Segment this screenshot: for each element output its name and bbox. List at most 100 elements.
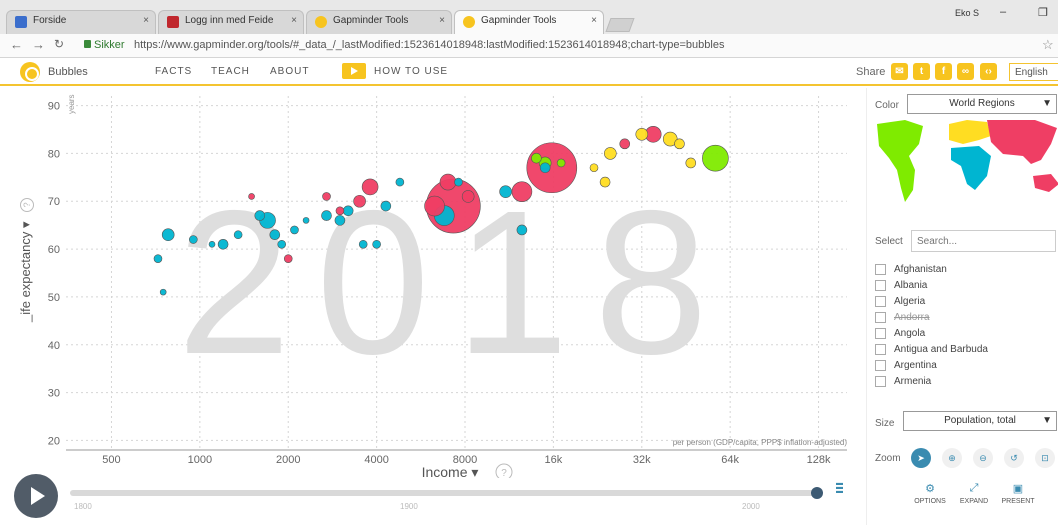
menu-teach[interactable]: TEACH — [211, 66, 250, 77]
restore-icon[interactable]: ❐ — [1038, 6, 1048, 19]
timeline-handle[interactable] — [811, 487, 823, 499]
url-field[interactable]: https://www.gapminder.org/tools/#_data_/… — [134, 39, 734, 51]
close-icon[interactable]: × — [143, 15, 149, 26]
play-button[interactable] — [14, 474, 58, 518]
expand-button[interactable]: ⤢ EXPAND — [949, 482, 999, 505]
country-bubble[interactable] — [335, 206, 345, 216]
reset-zoom-icon[interactable]: ⊡ — [1035, 448, 1055, 468]
country-checkbox[interactable] — [875, 280, 886, 291]
options-button[interactable]: ⚙ OPTIONS — [905, 482, 955, 505]
close-icon[interactable]: × — [591, 15, 597, 26]
country-bubble[interactable] — [321, 210, 332, 221]
country-bubble[interactable] — [526, 142, 578, 194]
country-bubble[interactable] — [635, 127, 649, 141]
zoom-in-icon[interactable]: ⊕ — [942, 448, 962, 468]
country-bubble[interactable] — [342, 205, 354, 217]
forward-icon[interactable]: → — [32, 37, 45, 52]
country-bubble[interactable] — [217, 238, 229, 250]
country-item[interactable]: Andorra — [875, 312, 930, 326]
country-bubble[interactable] — [153, 254, 163, 263]
bookmark-star-icon[interactable]: ☆ — [1042, 37, 1054, 53]
country-bubble[interactable] — [439, 173, 457, 191]
country-bubble[interactable] — [380, 200, 392, 212]
country-bubble[interactable] — [531, 152, 542, 164]
menu-facts[interactable]: FACTS — [155, 66, 192, 77]
country-bubble[interactable] — [556, 158, 566, 168]
country-bubble[interactable] — [685, 157, 697, 169]
menu-about[interactable]: ABOUT — [270, 66, 309, 77]
speed-control-icon[interactable]: ▬ ▬ ▬ — [836, 480, 846, 495]
country-item[interactable]: Antigua and Barbuda — [875, 344, 988, 358]
country-bubble[interactable] — [233, 230, 243, 240]
country-bubble[interactable] — [589, 163, 599, 173]
x-axis-help-icon[interactable]: ? — [501, 468, 507, 478]
country-bubble[interactable] — [189, 235, 198, 244]
country-item[interactable]: Albania — [875, 280, 927, 294]
zoom-out-icon[interactable]: ⊖ — [973, 448, 993, 468]
country-checkbox[interactable] — [875, 344, 886, 355]
country-bubble[interactable] — [322, 192, 331, 201]
twitter-share-icon[interactable]: t — [913, 63, 930, 80]
country-checkbox[interactable] — [875, 376, 886, 387]
facebook-share-icon[interactable]: f — [935, 63, 952, 80]
country-item[interactable]: Angola — [875, 328, 925, 342]
tab-gapminder-1[interactable]: Gapminder Tools × — [306, 10, 452, 34]
minimize-icon[interactable]: – — [1000, 6, 1006, 18]
y-axis-help-icon[interactable]: ? — [20, 197, 34, 212]
country-bubble[interactable] — [702, 144, 729, 172]
how-to-use-link[interactable]: HOW TO USE — [374, 66, 448, 77]
tab-forside[interactable]: Forside × — [6, 10, 156, 34]
email-share-icon[interactable]: ✉ — [891, 63, 908, 80]
color-dropdown[interactable]: World Regions ▼ — [907, 94, 1057, 114]
country-bubble[interactable] — [277, 239, 287, 249]
country-bubble[interactable] — [290, 225, 299, 235]
country-checkbox[interactable] — [875, 328, 886, 339]
country-bubble[interactable] — [208, 240, 216, 248]
country-bubble[interactable] — [353, 194, 366, 208]
cursor-tool-icon[interactable]: ➤ — [911, 448, 931, 468]
world-regions-map[interactable] — [875, 118, 1058, 208]
language-select[interactable]: English — [1009, 63, 1058, 81]
close-icon[interactable]: × — [291, 15, 297, 26]
tab-feide[interactable]: Logg inn med Feide × — [158, 10, 304, 34]
country-bubble[interactable] — [254, 210, 266, 221]
country-bubble[interactable] — [283, 254, 293, 263]
country-item[interactable]: Algeria — [875, 296, 925, 310]
country-bubble[interactable] — [159, 288, 167, 296]
country-bubble[interactable] — [361, 178, 379, 196]
undo-zoom-icon[interactable]: ↺ — [1004, 448, 1024, 468]
country-bubble[interactable] — [358, 239, 368, 249]
country-bubble[interactable] — [302, 217, 310, 224]
back-icon[interactable]: ← — [10, 37, 23, 52]
present-button[interactable]: ▣ PRESENT — [993, 482, 1043, 505]
y-axis-label[interactable]: _ife expectancy ▾ ? — [18, 197, 34, 322]
country-bubble[interactable] — [454, 177, 463, 187]
embed-share-icon[interactable]: ‹› — [980, 63, 997, 80]
country-item[interactable]: Armenia — [875, 376, 931, 390]
country-bubble[interactable] — [395, 177, 405, 187]
timeline-track[interactable] — [70, 490, 820, 496]
country-bubble[interactable] — [372, 239, 381, 249]
country-checkbox[interactable] — [875, 296, 886, 307]
country-checkbox[interactable] — [875, 360, 886, 371]
country-bubble[interactable] — [539, 162, 551, 174]
country-bubble[interactable] — [604, 147, 617, 160]
new-tab-button[interactable] — [605, 18, 635, 32]
reload-icon[interactable]: ↻ — [54, 37, 64, 51]
tab-gapminder-2[interactable]: Gapminder Tools × — [454, 10, 604, 34]
country-checkbox[interactable] — [875, 264, 886, 275]
country-bubble[interactable] — [516, 224, 528, 236]
country-bubble[interactable] — [674, 138, 685, 150]
close-icon[interactable]: × — [439, 15, 445, 26]
country-bubble[interactable] — [248, 193, 255, 200]
country-bubble[interactable] — [599, 176, 611, 188]
country-search-input[interactable] — [911, 230, 1056, 252]
country-bubble[interactable] — [619, 138, 631, 150]
bubble-chart[interactable]: 2018 500 1000 2000 4000 8000 16k 32k 64k 128k 20… — [0, 88, 866, 478]
video-play-icon[interactable] — [342, 63, 366, 79]
country-bubble[interactable] — [461, 190, 475, 203]
country-item[interactable]: Argentina — [875, 360, 937, 374]
x-axis-label[interactable]: Income ▾ — [422, 464, 479, 478]
country-bubble[interactable] — [161, 228, 175, 242]
country-checkbox[interactable] — [875, 312, 886, 323]
